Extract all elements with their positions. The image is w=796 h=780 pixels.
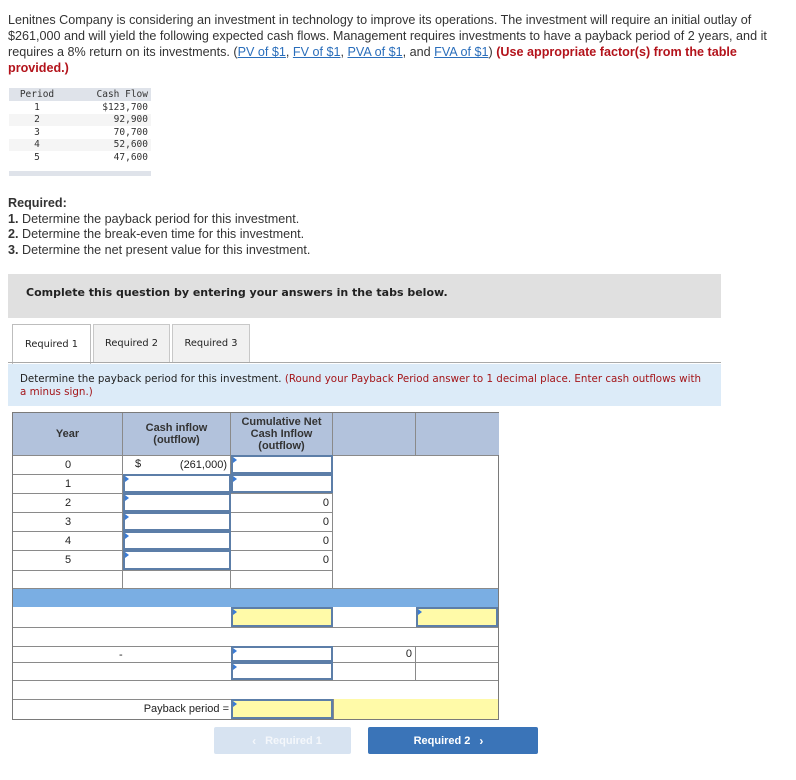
period-cell: 4 xyxy=(9,138,65,151)
link-pv-of-1[interactable]: PV of $1 xyxy=(238,45,286,59)
required-item-number: 1. xyxy=(8,211,19,226)
required-item: 2. Determine the break-even time for thi… xyxy=(8,227,310,243)
cash-flow-cell: 47,600 xyxy=(113,151,148,163)
tab-required-2[interactable]: Required 2 xyxy=(93,324,170,362)
year-cell: 5 xyxy=(64,554,72,566)
row-divider xyxy=(13,627,498,628)
cash-flow-cell: 52,600 xyxy=(65,138,151,151)
link-pva-of-1[interactable]: PVA of $1 xyxy=(348,45,403,59)
cumulative-year-2: 0 xyxy=(322,496,329,509)
required-item: 3. Determine the net present value for t… xyxy=(8,243,310,259)
link-fv-of-1[interactable]: FV of $1 xyxy=(293,45,341,59)
required-section: Required: 1. Determine the payback perio… xyxy=(8,196,310,258)
required-item-number: 3. xyxy=(8,242,19,257)
year-cell: 0 xyxy=(64,458,72,471)
blank-header-1 xyxy=(333,413,416,455)
minus-sign: - xyxy=(119,649,123,661)
required-item-text: Determine the break-even time for this i… xyxy=(18,227,305,241)
calc-input-1[interactable] xyxy=(231,607,333,627)
year-cell: 2 xyxy=(64,496,72,509)
cash-flow-row: 5 47,600 xyxy=(9,151,151,164)
payback-worksheet: Year Cash inflow (outflow) Cumulative Ne… xyxy=(12,412,499,720)
payback-period-unit-field[interactable] xyxy=(333,699,498,719)
instruction-text: Complete this question by entering your … xyxy=(26,286,448,299)
period-cell: 5 xyxy=(34,151,40,163)
problem-statement: Lenitnes Company is considering an inves… xyxy=(8,12,792,76)
row-divider xyxy=(13,680,498,681)
link-fva-of-1[interactable]: FVA of $1 xyxy=(434,45,488,59)
cumulative-header: Cumulative Net Cash Inflow (outflow) xyxy=(231,413,333,455)
cash-flow-cell: $123,700 xyxy=(102,101,148,113)
calc-input-4[interactable] xyxy=(231,662,333,680)
cash-flow-row: 3 70,700 xyxy=(9,126,151,139)
cash-flow-table: Period Cash Flow 1 $123,700 2 92,900 3 70,7… xyxy=(9,88,151,164)
next-button[interactable]: Required 2 › xyxy=(368,727,538,754)
payback-period-input[interactable] xyxy=(231,699,333,719)
separator: , and xyxy=(402,45,435,59)
period-cell: 3 xyxy=(34,126,40,138)
column-divider xyxy=(415,646,416,680)
year-cell: 3 xyxy=(64,515,72,528)
year-header: Year xyxy=(13,413,123,455)
separator: , xyxy=(340,45,348,59)
next-button-label: Required 2 xyxy=(413,734,471,747)
cumulative-year-3: 0 xyxy=(322,515,329,528)
cash-inflow-input-year-2[interactable] xyxy=(123,493,231,512)
payback-period-label: Payback period = xyxy=(143,703,229,715)
year-cell: 1 xyxy=(64,477,72,490)
cash-flow-row: 1 $123,700 xyxy=(9,101,151,114)
prompt-text: Determine the payback period for this in… xyxy=(20,373,285,385)
calc-input-2[interactable] xyxy=(416,607,498,627)
calc-input-3[interactable] xyxy=(231,646,333,662)
tab-required-1[interactable]: Required 1 xyxy=(12,324,91,364)
period-header: Period xyxy=(9,88,65,101)
row-divider xyxy=(13,570,333,571)
cumulative-input-year-1[interactable] xyxy=(231,474,333,493)
cash-flow-header-row: Period Cash Flow xyxy=(9,88,151,101)
cash-flow-cell: 70,700 xyxy=(113,126,148,138)
cash-inflow-input-year-3[interactable] xyxy=(123,512,231,531)
tab-divider xyxy=(8,362,721,363)
period-cell: 1 xyxy=(34,101,40,113)
year-cell: 4 xyxy=(64,534,72,547)
previous-button[interactable]: ‹ Required 1 xyxy=(214,727,351,754)
cash-flow-row: 2 92,900 xyxy=(9,113,151,126)
cumulative-input-year-0[interactable] xyxy=(231,455,333,474)
previous-button-label: Required 1 xyxy=(265,734,322,747)
required-item-text: Determine the net present value for this… xyxy=(18,242,311,257)
section-band xyxy=(13,589,498,607)
period-cell: 2 xyxy=(9,113,65,126)
cash-flow-cell: 92,900 xyxy=(65,113,151,126)
required-item-text: Determine the payback period for this in… xyxy=(18,211,300,226)
tab-required-3[interactable]: Required 3 xyxy=(172,324,250,362)
question-prompt: Determine the payback period for this in… xyxy=(8,364,721,406)
cash-flow-row: 4 52,600 xyxy=(9,138,151,151)
cumulative-year-4: 0 xyxy=(322,534,329,547)
cash-flow-table-footer xyxy=(9,171,151,176)
cash-inflow-header: Cash inflow (outflow) xyxy=(123,413,231,455)
cash-inflow-input-year-4[interactable] xyxy=(123,531,231,550)
chevron-left-icon: ‹ xyxy=(252,733,257,748)
calc-zero-value: 0 xyxy=(405,648,412,660)
required-item-number: 2. xyxy=(8,227,19,241)
cumulative-year-5: 0 xyxy=(322,554,329,566)
blank-header-2 xyxy=(416,413,499,455)
cash-inflow-year-0: (261,000) xyxy=(179,458,227,471)
cash-flow-header: Cash Flow xyxy=(65,88,151,101)
required-heading: Required: xyxy=(8,196,67,210)
separator: , xyxy=(285,45,293,59)
cash-inflow-input-year-5[interactable] xyxy=(123,550,231,570)
instruction-box: Complete this question by entering your … xyxy=(8,274,721,318)
cash-inflow-input-year-1[interactable] xyxy=(123,474,231,493)
chevron-right-icon: › xyxy=(479,733,484,748)
required-item: 1. Determine the payback period for this… xyxy=(8,212,310,228)
